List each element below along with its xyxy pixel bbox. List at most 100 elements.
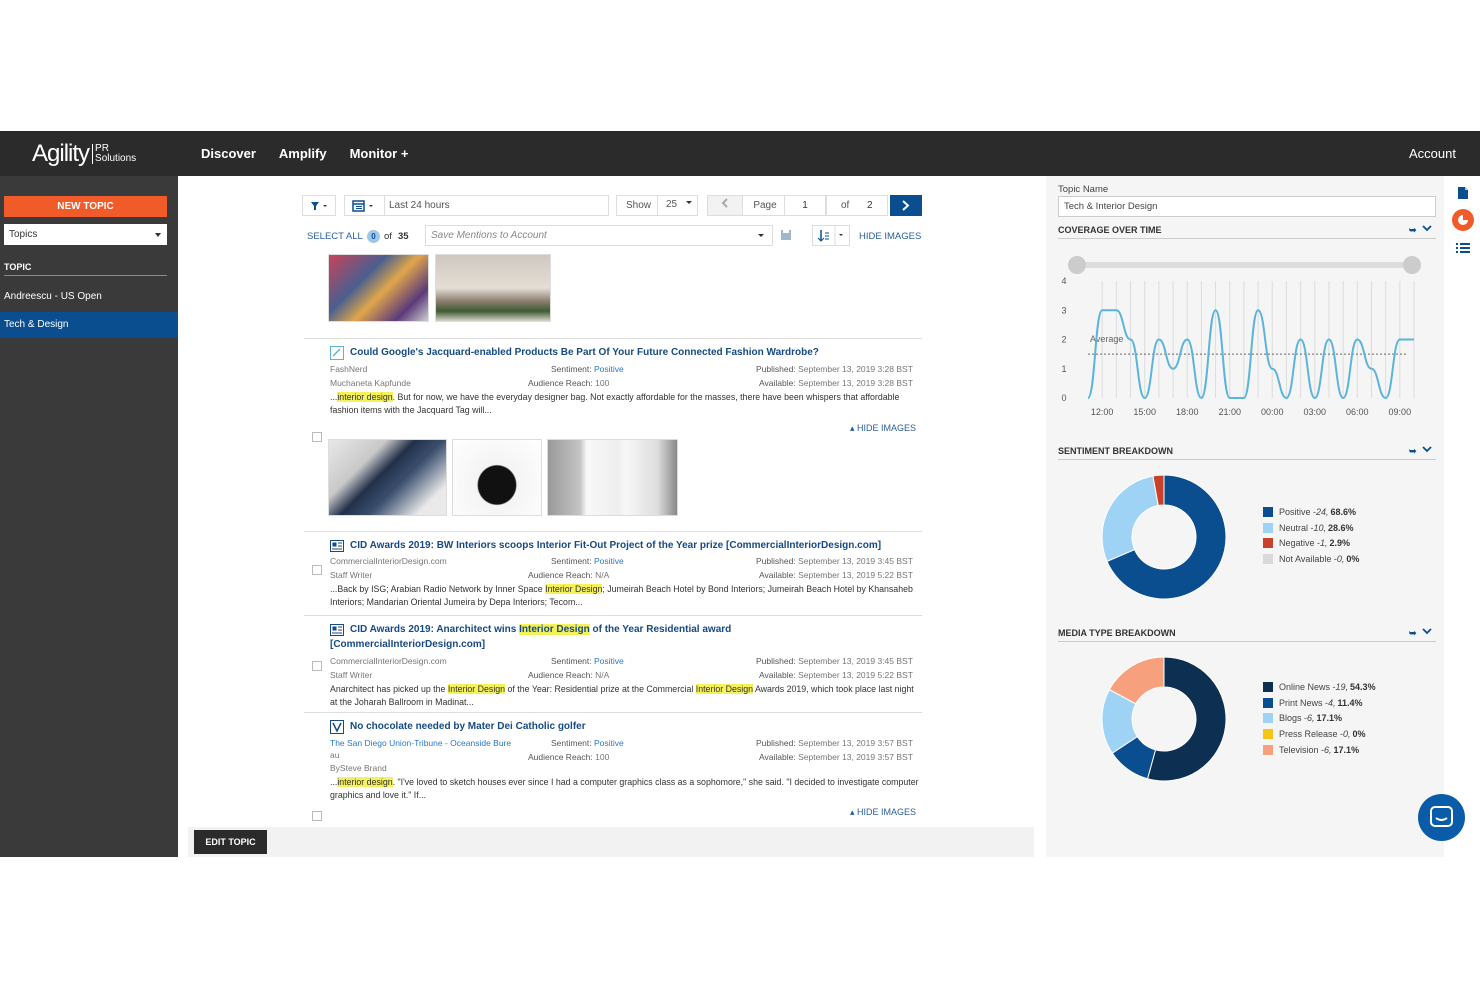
- next-page-button[interactable]: [890, 195, 922, 216]
- topic-name-input[interactable]: Tech & Interior Design: [1058, 196, 1436, 217]
- article-image[interactable]: [435, 254, 551, 322]
- article-checkbox[interactable]: [312, 661, 322, 671]
- legend-count: 1,: [1320, 538, 1328, 549]
- export-icon[interactable]: ➥: [1409, 225, 1417, 235]
- article-image[interactable]: [547, 439, 678, 516]
- article-source[interactable]: CommercialInteriorDesign.com: [330, 656, 447, 666]
- topics-dropdown-value: Topics: [9, 229, 38, 240]
- article-source[interactable]: CommercialInteriorDesign.com: [330, 556, 447, 566]
- chevron-right-icon: [902, 200, 910, 211]
- date-range-field[interactable]: Last 24 hours: [384, 195, 609, 216]
- legend-count: 0,: [1336, 553, 1345, 564]
- sentiment-label: Sentiment:: [551, 656, 592, 666]
- legend-percent: 0%: [1346, 553, 1360, 564]
- sort-button[interactable]: [812, 225, 850, 246]
- hide-images-link[interactable]: HIDE IMAGES: [859, 231, 921, 242]
- hide-images-toggle[interactable]: ▴ HIDE IMAGES: [850, 807, 916, 818]
- legend-percent: 17.1%: [1333, 744, 1360, 755]
- list-icon[interactable]: [1456, 242, 1470, 254]
- article-checkbox[interactable]: [312, 811, 322, 821]
- available-value: September 13, 2019 3:57 BST: [798, 752, 913, 762]
- article-image[interactable]: [328, 254, 429, 322]
- article-image[interactable]: [452, 439, 542, 516]
- reach-field: Audience Reach: N/A: [528, 570, 609, 580]
- chevron-down-icon[interactable]: [1422, 225, 1432, 233]
- mentions-panel: Last 24 hours Show 25 Page 1 of 2 SELECT…: [178, 176, 1046, 857]
- prev-page-button[interactable]: [707, 195, 743, 216]
- article-title[interactable]: CID Awards 2019: BW Interiors scoops Int…: [350, 538, 881, 553]
- selected-count-badge: 0: [367, 230, 380, 243]
- article-snippet: ...interior design. "I've loved to sketc…: [330, 776, 920, 801]
- article-title-line2[interactable]: [CommercialInteriorDesign.com]: [330, 637, 485, 652]
- article-title[interactable]: Could Google's Jacquard-enabled Products…: [350, 345, 819, 360]
- logo[interactable]: Agility PR Solutions: [32, 140, 136, 168]
- section-controls: ➥: [1409, 225, 1432, 236]
- save-mentions-dropdown[interactable]: Save Mentions to Account: [425, 225, 773, 246]
- news-icon: [330, 624, 344, 636]
- hide-images-toggle[interactable]: ▴ HIDE IMAGES: [850, 423, 916, 434]
- article-author: Staff Writer: [330, 670, 373, 680]
- of-label: of: [841, 200, 850, 211]
- chat-button[interactable]: [1418, 794, 1465, 841]
- calendar-button[interactable]: [344, 195, 385, 216]
- pie-chart-button[interactable]: [1452, 209, 1474, 231]
- article-image[interactable]: [328, 439, 447, 516]
- published-value: September 13, 2019 3:45 BST: [798, 556, 913, 566]
- sentiment-header: SENTIMENT BREAKDOWN ➥: [1058, 446, 1436, 460]
- select-all-link[interactable]: SELECT ALL: [307, 231, 363, 242]
- legend-label: Online News -: [1279, 681, 1336, 692]
- document-icon[interactable]: [1457, 186, 1469, 200]
- nav-amplify[interactable]: Amplify: [279, 146, 327, 161]
- legend-count: 24,: [1316, 506, 1329, 517]
- sentiment-title: SENTIMENT BREAKDOWN: [1058, 446, 1173, 456]
- page-total: of 2: [826, 195, 888, 216]
- legend-percent: 11.4%: [1337, 697, 1363, 708]
- article-checkbox[interactable]: [312, 565, 322, 575]
- nav-monitor[interactable]: Monitor +: [350, 146, 409, 161]
- sidebar-item-andreescu[interactable]: Andreescu - US Open: [0, 284, 178, 310]
- chevron-down-icon[interactable]: [1422, 628, 1432, 636]
- of-total-label: of: [384, 231, 392, 242]
- sentiment-label: Sentiment:: [551, 364, 592, 374]
- hide-images-label: HIDE IMAGES: [856, 423, 916, 433]
- legend-percent: 54.3%: [1350, 681, 1376, 692]
- topics-dropdown[interactable]: Topics: [4, 224, 167, 245]
- save-button[interactable]: [776, 225, 798, 246]
- new-topic-button[interactable]: NEW TOPIC: [4, 196, 167, 217]
- article-checkbox[interactable]: [312, 432, 322, 442]
- nav-links: Discover Amplify Monitor +: [201, 146, 408, 161]
- account-link[interactable]: Account: [1409, 146, 1456, 161]
- snippet-text: . But for now, we have the everyday desi…: [330, 392, 900, 415]
- x-tick-label: 12:00: [1091, 407, 1114, 416]
- legend-swatch: [1263, 538, 1273, 549]
- export-icon[interactable]: ➥: [1409, 446, 1417, 456]
- article-title[interactable]: No chocolate needed by Mater Dei Catholi…: [350, 719, 586, 734]
- sentiment-value: Positive: [594, 364, 624, 374]
- published-field: Published: September 13, 2019 3:45 BST: [756, 556, 913, 566]
- chevron-down-icon[interactable]: [1422, 446, 1432, 454]
- page-size-select[interactable]: 25: [657, 195, 698, 216]
- legend-count: 19,: [1335, 681, 1349, 692]
- x-tick-label: 03:00: [1304, 407, 1327, 416]
- article-title[interactable]: CID Awards 2019: Anarchitect wins Interi…: [350, 622, 731, 637]
- filter-button[interactable]: [302, 195, 336, 216]
- nav-discover[interactable]: Discover: [201, 146, 256, 161]
- article-source[interactable]: The San Diego Union-Tribune - Oceanside …: [330, 738, 511, 748]
- range-slider-handle-left: [1068, 256, 1086, 274]
- edit-topic-button[interactable]: EDIT TOPIC: [194, 830, 267, 854]
- topic-header: TOPIC: [4, 262, 167, 276]
- sidebar-item-tech-design[interactable]: Tech & Design: [0, 312, 178, 338]
- save-icon: [781, 230, 791, 240]
- available-value: September 13, 2019 3:28 BST: [798, 378, 913, 388]
- article-item: CID Awards 2019: Anarchitect wins Interi…: [304, 615, 922, 712]
- reach-field: Audience Reach: 100: [528, 752, 609, 762]
- page-number-input[interactable]: 1: [784, 195, 826, 216]
- article-source[interactable]: FashNerd: [330, 364, 367, 374]
- available-label: Available:: [759, 378, 796, 388]
- legend-swatch: [1263, 713, 1273, 724]
- available-label: Available:: [759, 752, 796, 762]
- available-field: Available: September 13, 2019 5:22 BST: [759, 670, 913, 680]
- sentiment-field: Sentiment: Positive: [551, 364, 624, 374]
- legend-count: 6,: [1307, 713, 1315, 724]
- export-icon[interactable]: ➥: [1409, 628, 1417, 638]
